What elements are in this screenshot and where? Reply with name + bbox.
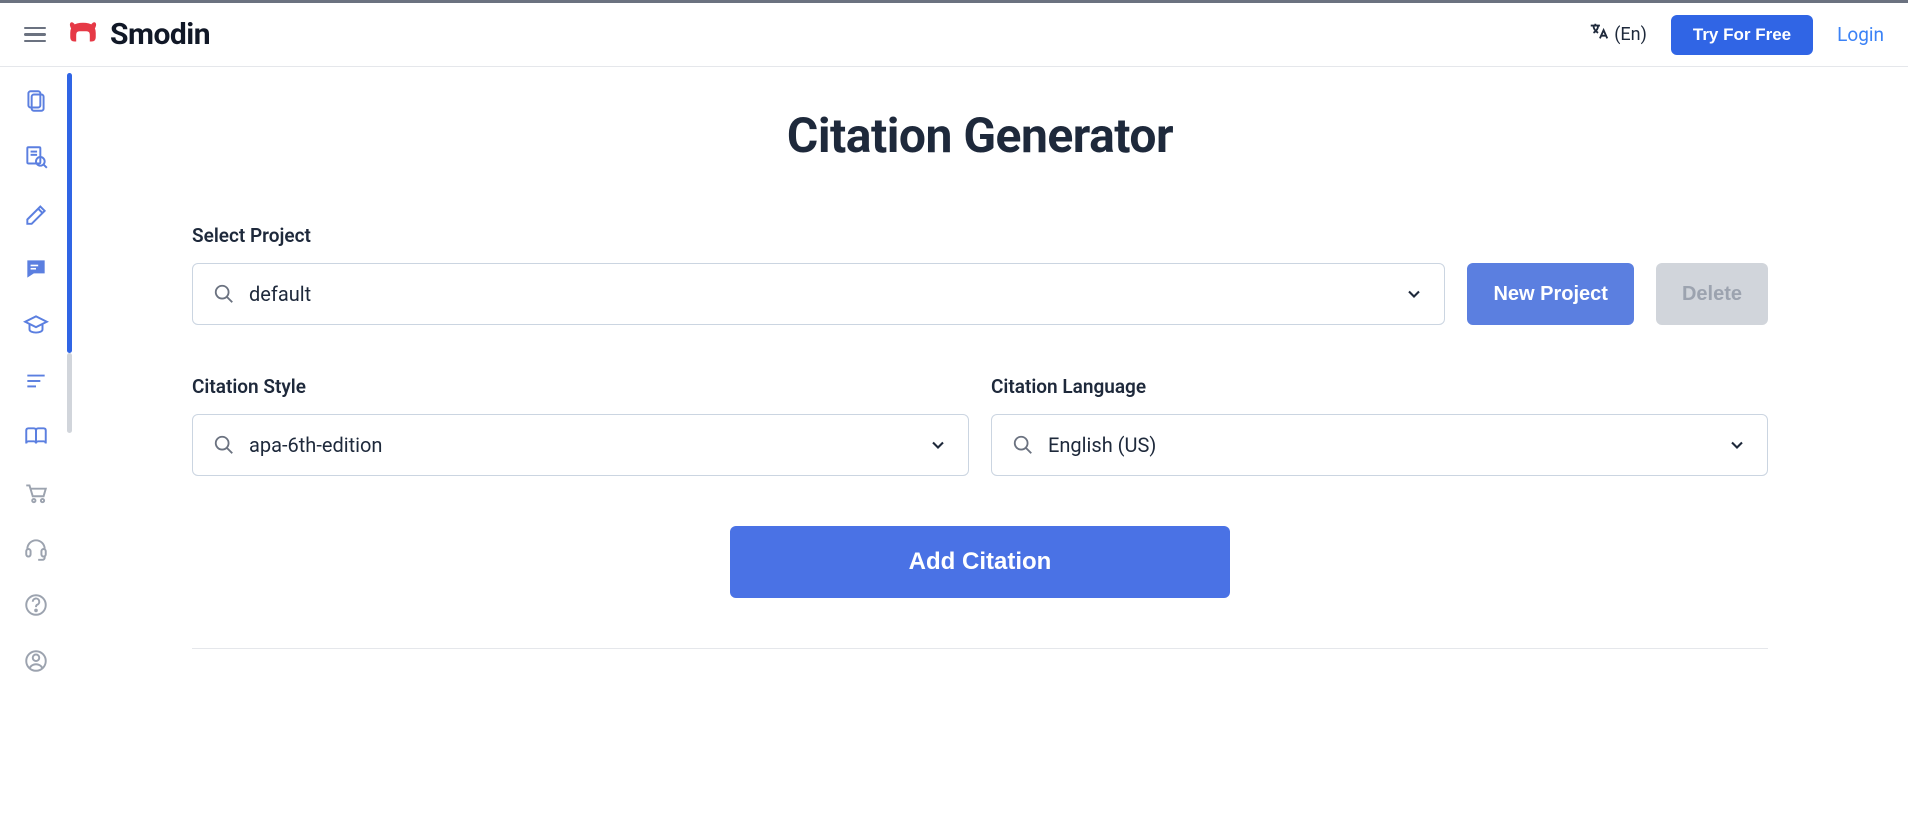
sidebar-scroll-thumb[interactable] [67, 73, 72, 353]
main-content: Citation Generator Select Project defaul… [72, 67, 1908, 695]
citation-language-select[interactable]: English (US) [991, 414, 1768, 476]
citation-language-label: Citation Language [991, 375, 1768, 398]
chevron-down-icon [1727, 435, 1747, 455]
delete-button: Delete [1656, 263, 1768, 325]
smodin-logo-icon [66, 16, 100, 54]
sidebar-item-cart[interactable] [22, 479, 50, 507]
citation-language-value: English (US) [1048, 433, 1713, 457]
search-icon [213, 283, 235, 305]
chevron-down-icon [1404, 284, 1424, 304]
header: Smodin (En) Try For Free Login [0, 3, 1908, 67]
search-icon [213, 434, 235, 456]
page-title: Citation Generator [192, 107, 1768, 164]
sidebar-item-research[interactable] [22, 143, 50, 171]
language-label: (En) [1614, 24, 1647, 45]
new-project-button[interactable]: New Project [1467, 263, 1633, 325]
citation-style-select[interactable]: apa-6th-edition [192, 414, 969, 476]
sidebar-item-support[interactable] [22, 535, 50, 563]
sidebar-item-account[interactable] [22, 647, 50, 675]
menu-toggle-button[interactable] [24, 27, 46, 43]
brand-logo[interactable]: Smodin [66, 16, 210, 54]
sidebar [0, 67, 72, 695]
translate-icon [1588, 21, 1610, 48]
login-link[interactable]: Login [1837, 23, 1884, 46]
chevron-down-icon [928, 435, 948, 455]
add-citation-button[interactable]: Add Citation [730, 526, 1230, 598]
sidebar-item-help[interactable] [22, 591, 50, 619]
language-switcher[interactable]: (En) [1588, 21, 1647, 48]
sidebar-scroll-track [67, 353, 72, 433]
divider [192, 648, 1768, 649]
sidebar-item-chat[interactable] [22, 255, 50, 283]
citation-style-label: Citation Style [192, 375, 969, 398]
sidebar-item-documents[interactable] [22, 87, 50, 115]
citation-style-value: apa-6th-edition [249, 433, 914, 457]
brand-name: Smodin [110, 17, 210, 52]
select-project-label: Select Project [192, 224, 1445, 247]
search-icon [1012, 434, 1034, 456]
project-select-value: default [249, 282, 1390, 306]
sidebar-item-summarize[interactable] [22, 367, 50, 395]
sidebar-item-rewrite[interactable] [22, 199, 50, 227]
sidebar-item-education[interactable] [22, 311, 50, 339]
project-select[interactable]: default [192, 263, 1445, 325]
sidebar-item-citations[interactable] [22, 423, 50, 451]
try-for-free-button[interactable]: Try For Free [1671, 15, 1813, 55]
